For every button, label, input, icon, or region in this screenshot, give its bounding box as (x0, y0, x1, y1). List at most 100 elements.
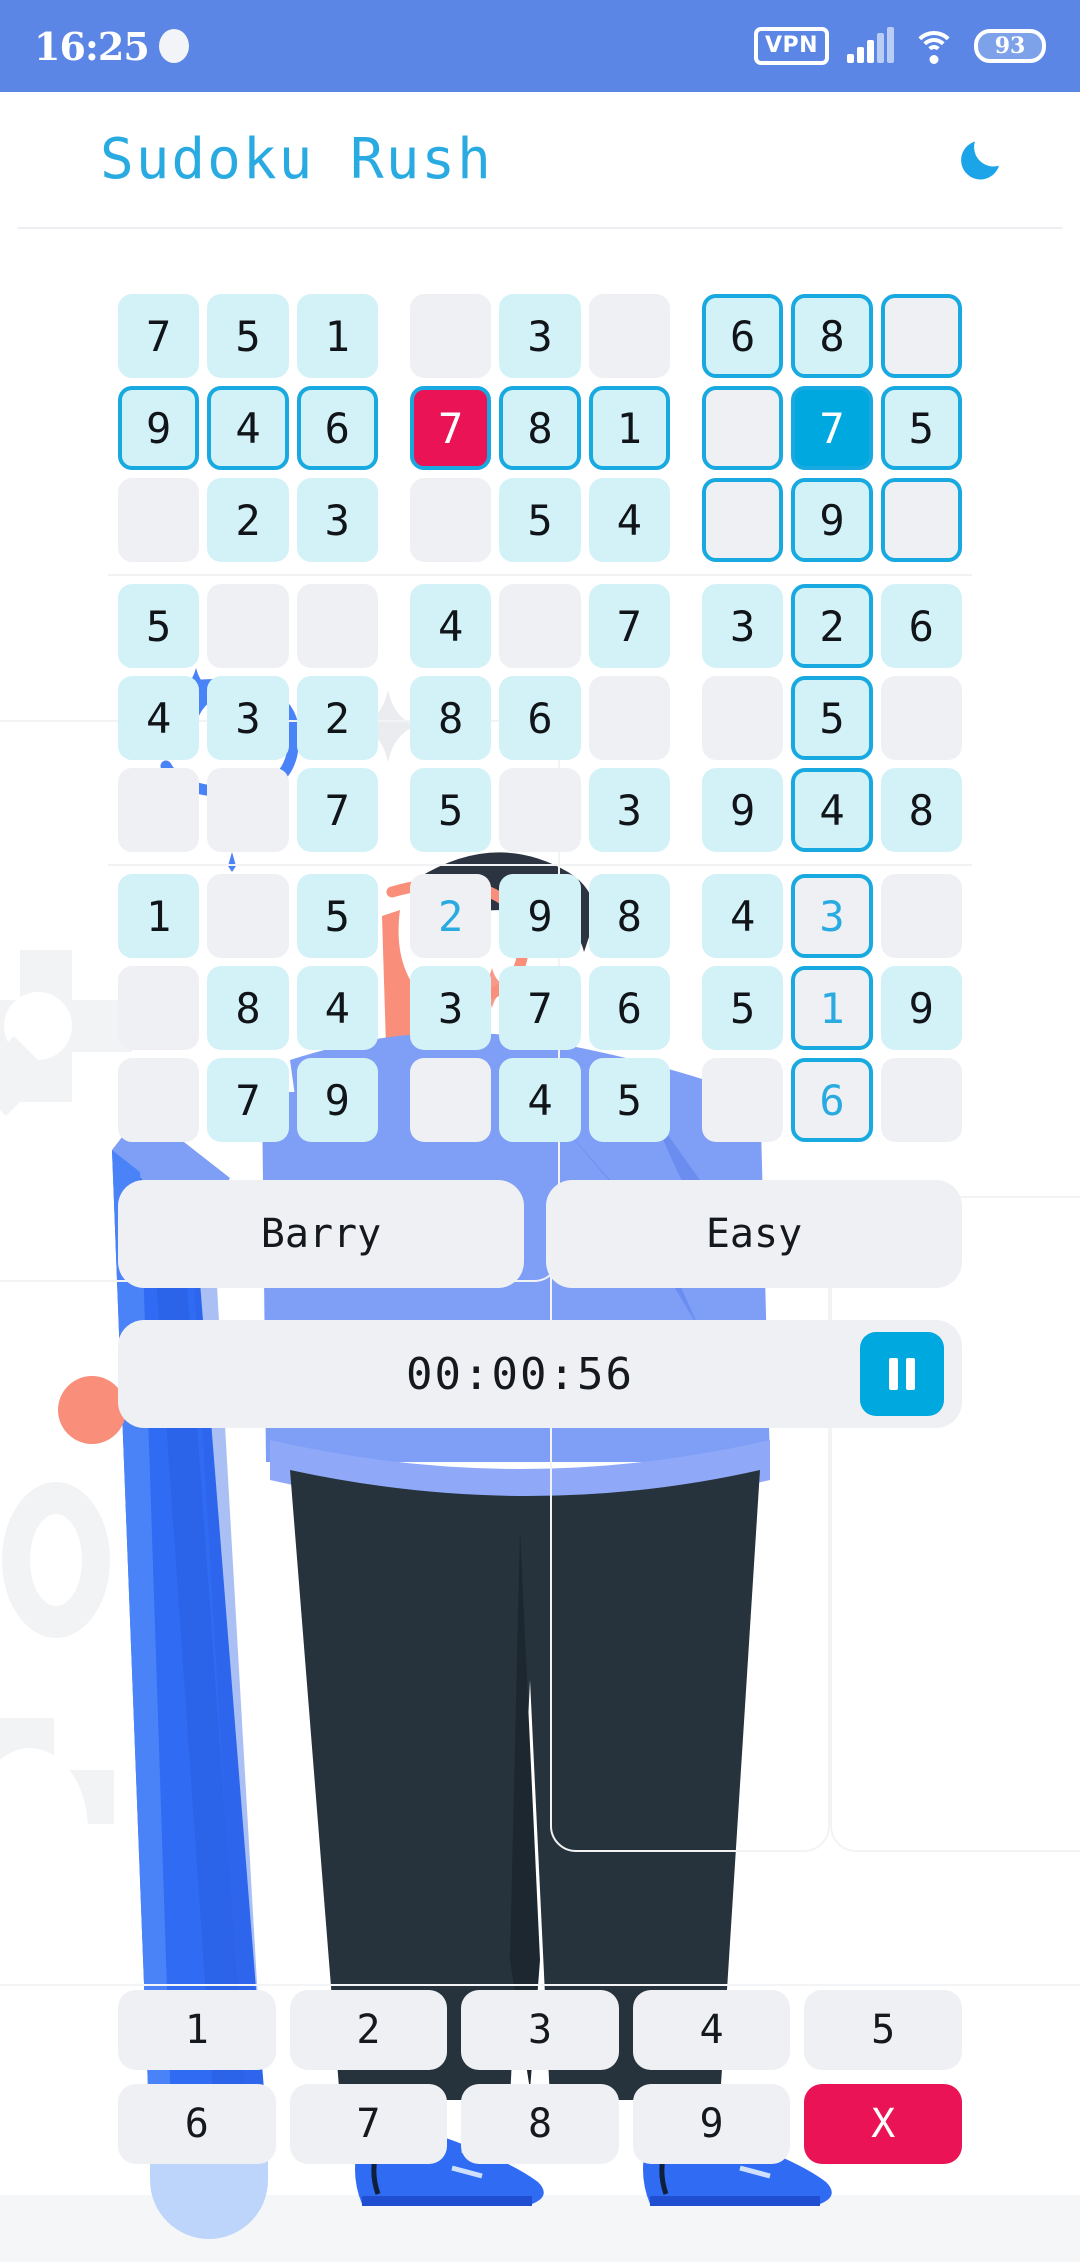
sudoku-cell-r3c4[interactable] (409, 478, 492, 562)
sudoku-cell-r8c8[interactable]: 1 (791, 966, 873, 1050)
sudoku-cell-r2c1[interactable]: 9 (118, 386, 200, 470)
number-keypad[interactable]: 12345 6789X (118, 1990, 962, 2178)
sudoku-cell-r3c7[interactable] (701, 478, 784, 562)
sudoku-cell-r5c5[interactable]: 6 (499, 676, 581, 760)
sudoku-cell-r9c8[interactable]: 6 (791, 1058, 873, 1142)
sudoku-cell-r8c7[interactable]: 5 (701, 966, 784, 1050)
sudoku-cell-r8c2[interactable]: 8 (207, 966, 289, 1050)
sudoku-cell-r1c5[interactable]: 3 (499, 294, 581, 378)
sudoku-cell-r6c5[interactable] (499, 768, 581, 852)
block-gap (386, 1058, 402, 1142)
sudoku-cell-r9c1[interactable] (118, 1058, 200, 1142)
keypad-key-6[interactable]: 6 (118, 2084, 276, 2164)
sudoku-cell-r2c6[interactable]: 1 (588, 386, 670, 470)
sudoku-cell-r5c3[interactable]: 2 (296, 676, 378, 760)
sudoku-cell-r4c5[interactable] (499, 584, 581, 668)
sudoku-cell-r9c4[interactable] (409, 1058, 492, 1142)
sudoku-cell-r4c7[interactable]: 3 (701, 584, 784, 668)
sudoku-cell-r6c9[interactable]: 8 (880, 768, 962, 852)
sudoku-cell-r3c8[interactable]: 9 (791, 478, 873, 562)
sudoku-cell-r1c6[interactable] (588, 294, 670, 378)
keypad-key-7[interactable]: 7 (289, 2084, 448, 2164)
sudoku-cell-r1c3[interactable]: 1 (296, 294, 378, 378)
sudoku-cell-r5c2[interactable]: 3 (207, 676, 289, 760)
sudoku-cell-r2c4[interactable]: 7 (409, 386, 492, 470)
ghost-card-right (830, 1196, 1080, 1852)
sudoku-cell-r1c8[interactable]: 8 (791, 294, 873, 378)
sudoku-cell-r9c5[interactable]: 4 (499, 1058, 581, 1142)
sudoku-cell-r5c8[interactable]: 5 (791, 676, 873, 760)
sudoku-cell-r3c2[interactable]: 2 (207, 478, 289, 562)
keypad-key-9[interactable]: 9 (632, 2084, 791, 2164)
sudoku-cell-r5c1[interactable]: 4 (118, 676, 200, 760)
sudoku-cell-r9c3[interactable]: 9 (296, 1058, 378, 1142)
sudoku-cell-r2c5[interactable]: 8 (499, 386, 581, 470)
sudoku-cell-r7c3[interactable]: 5 (296, 874, 378, 958)
sudoku-cell-r4c2[interactable] (207, 584, 289, 668)
sudoku-cell-r8c3[interactable]: 4 (296, 966, 378, 1050)
sudoku-cell-r2c8[interactable]: 7 (791, 386, 873, 470)
keypad-key-2[interactable]: 2 (289, 1990, 448, 2070)
sudoku-cell-r4c4[interactable]: 4 (409, 584, 492, 668)
sudoku-cell-r9c9[interactable] (880, 1058, 962, 1142)
pause-button[interactable] (860, 1332, 944, 1416)
sudoku-cell-r4c1[interactable]: 5 (118, 584, 200, 668)
sudoku-cell-r8c9[interactable]: 9 (880, 966, 962, 1050)
sudoku-cell-r1c4[interactable] (409, 294, 492, 378)
sudoku-cell-r4c6[interactable]: 7 (588, 584, 670, 668)
sudoku-cell-r7c8[interactable]: 3 (791, 874, 873, 958)
sudoku-cell-r4c9[interactable]: 6 (880, 584, 962, 668)
sudoku-cell-r7c5[interactable]: 9 (499, 874, 581, 958)
sudoku-cell-r4c8[interactable]: 2 (791, 584, 873, 668)
player-name-pill[interactable]: Barry (118, 1180, 524, 1288)
moon-icon[interactable] (954, 133, 1008, 187)
sudoku-cell-r2c2[interactable]: 4 (207, 386, 289, 470)
sudoku-cell-r8c1[interactable] (118, 966, 200, 1050)
sudoku-cell-r5c6[interactable] (588, 676, 670, 760)
sudoku-cell-r7c7[interactable]: 4 (701, 874, 784, 958)
sudoku-cell-r2c7[interactable] (701, 386, 784, 470)
sudoku-cell-r2c9[interactable]: 5 (880, 386, 962, 470)
keypad-key-4[interactable]: 4 (632, 1990, 791, 2070)
keypad-key-1[interactable]: 1 (118, 1990, 276, 2070)
sudoku-cell-r3c5[interactable]: 5 (499, 478, 581, 562)
sudoku-cell-r6c3[interactable]: 7 (296, 768, 378, 852)
sudoku-cell-r7c1[interactable]: 1 (118, 874, 200, 958)
sudoku-cell-r1c9[interactable] (880, 294, 962, 378)
keypad-key-3[interactable]: 3 (461, 1990, 619, 2070)
sudoku-grid[interactable]: 7513689467817523549547326432865753948152… (108, 294, 972, 1150)
sudoku-cell-r3c1[interactable] (118, 478, 200, 562)
keypad-key-8[interactable]: 8 (461, 2084, 619, 2164)
sudoku-cell-r8c4[interactable]: 3 (409, 966, 492, 1050)
keypad-key-5[interactable]: 5 (804, 1990, 962, 2070)
sudoku-cell-r6c4[interactable]: 5 (409, 768, 492, 852)
sudoku-cell-r3c3[interactable]: 3 (296, 478, 378, 562)
sudoku-cell-r5c7[interactable] (701, 676, 784, 760)
sudoku-cell-r9c6[interactable]: 5 (588, 1058, 670, 1142)
sudoku-cell-r3c6[interactable]: 4 (588, 478, 670, 562)
sudoku-cell-r7c9[interactable] (880, 874, 962, 958)
sudoku-cell-r8c5[interactable]: 7 (499, 966, 581, 1050)
sudoku-cell-r9c7[interactable] (701, 1058, 784, 1142)
sudoku-cell-r5c9[interactable] (880, 676, 962, 760)
sudoku-cell-r1c1[interactable]: 7 (118, 294, 200, 378)
sudoku-cell-r7c4[interactable]: 2 (409, 874, 492, 958)
erase-button[interactable]: X (804, 2084, 962, 2164)
sudoku-cell-r3c9[interactable] (880, 478, 962, 562)
keypad-divider (0, 1984, 1080, 1986)
sudoku-cell-r6c1[interactable] (118, 768, 200, 852)
sudoku-cell-r4c3[interactable] (296, 584, 378, 668)
sudoku-cell-r7c6[interactable]: 8 (588, 874, 670, 958)
sudoku-cell-r7c2[interactable] (207, 874, 289, 958)
sudoku-cell-r9c2[interactable]: 7 (207, 1058, 289, 1142)
sudoku-cell-r6c6[interactable]: 3 (588, 768, 670, 852)
sudoku-cell-r1c2[interactable]: 5 (207, 294, 289, 378)
sudoku-cell-r8c6[interactable]: 6 (588, 966, 670, 1050)
sudoku-cell-r6c7[interactable]: 9 (701, 768, 784, 852)
sudoku-cell-r5c4[interactable]: 8 (409, 676, 492, 760)
sudoku-cell-r6c8[interactable]: 4 (791, 768, 873, 852)
sudoku-cell-r2c3[interactable]: 6 (296, 386, 378, 470)
difficulty-pill[interactable]: Easy (546, 1180, 962, 1288)
sudoku-cell-r1c7[interactable]: 6 (701, 294, 784, 378)
sudoku-cell-r6c2[interactable] (207, 768, 289, 852)
